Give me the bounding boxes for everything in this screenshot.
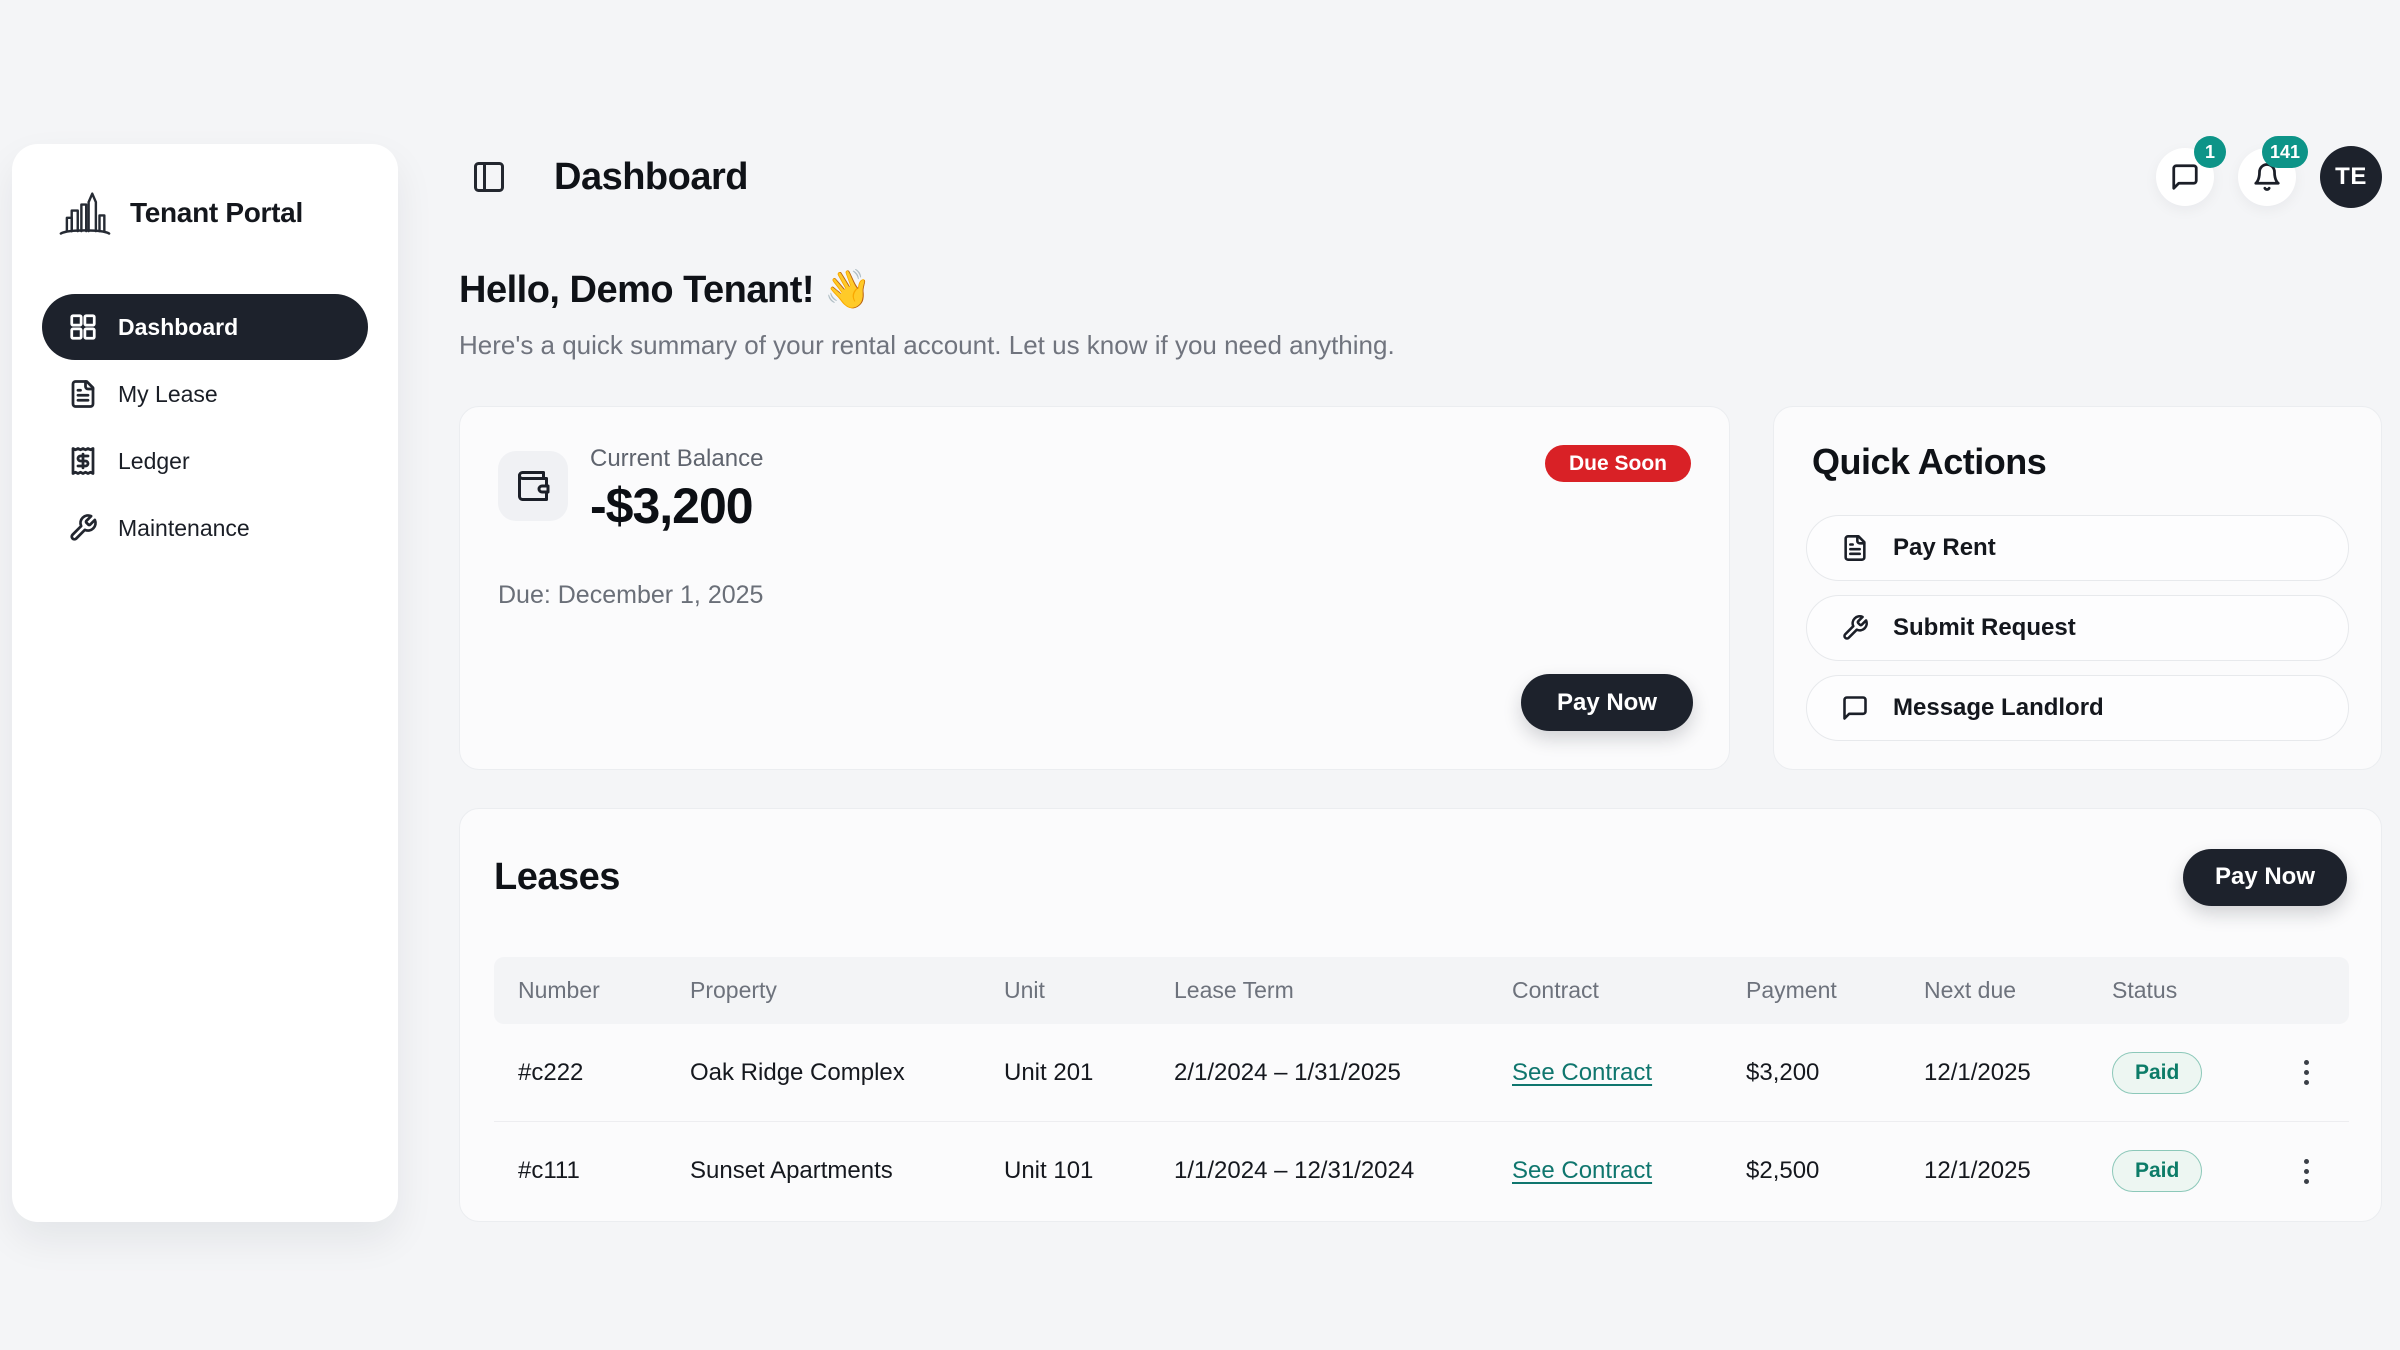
pay-rent-button[interactable]: Pay Rent xyxy=(1806,515,2349,581)
col-next-due: Next due xyxy=(1900,977,2088,1004)
greeting: Hello, Demo Tenant! 👋 Here's a quick sum… xyxy=(459,268,1395,361)
col-number: Number xyxy=(494,977,666,1004)
sidebar-nav: Dashboard My Lease Ledger xyxy=(42,294,368,561)
topbar: Dashboard 1 141 TE xyxy=(459,140,2382,214)
pay-rent-label: Pay Rent xyxy=(1893,534,1996,562)
lease-next-due: 12/1/2025 xyxy=(1900,1157,2088,1185)
sidebar-item-label: Maintenance xyxy=(118,515,250,542)
lease-term: 1/1/2024 – 12/31/2024 xyxy=(1150,1157,1488,1185)
lease-unit: Unit 201 xyxy=(980,1059,1150,1087)
lease-term: 2/1/2024 – 1/31/2025 xyxy=(1150,1059,1488,1087)
topbar-actions: 1 141 TE xyxy=(2156,146,2382,208)
lease-next-due: 12/1/2025 xyxy=(1900,1059,2088,1087)
wrench-icon xyxy=(1841,614,1869,642)
sidebar-toggle-icon[interactable] xyxy=(471,159,507,195)
table-row: #c222 Oak Ridge Complex Unit 201 2/1/202… xyxy=(494,1024,2349,1122)
due-soon-badge: Due Soon xyxy=(1545,445,1691,482)
sidebar-item-ledger[interactable]: Ledger xyxy=(42,428,368,494)
sidebar-item-maintenance[interactable]: Maintenance xyxy=(42,495,368,561)
leases-table: Number Property Unit Lease Term Contract… xyxy=(494,957,2349,1220)
receipt-icon xyxy=(68,446,98,476)
sidebar-item-label: Dashboard xyxy=(118,314,238,341)
lease-property: Oak Ridge Complex xyxy=(666,1059,980,1087)
col-lease-term: Lease Term xyxy=(1150,977,1488,1004)
message-landlord-label: Message Landlord xyxy=(1893,694,2104,722)
app-title: Tenant Portal xyxy=(130,197,303,229)
file-text-icon xyxy=(68,379,98,409)
col-contract: Contract xyxy=(1488,977,1722,1004)
sidebar-item-label: Ledger xyxy=(118,448,190,475)
sidebar-item-dashboard[interactable]: Dashboard xyxy=(42,294,368,360)
greeting-title: Hello, Demo Tenant! 👋 xyxy=(459,268,1395,312)
notifications-count-badge: 141 xyxy=(2262,136,2308,168)
balance-label: Current Balance xyxy=(590,445,763,473)
avatar[interactable]: TE xyxy=(2320,146,2382,208)
see-contract-link[interactable]: See Contract xyxy=(1512,1157,1652,1184)
quick-actions-card: Quick Actions Pay Rent Submit Request xyxy=(1773,406,2382,770)
messages-button[interactable]: 1 xyxy=(2156,148,2214,206)
see-contract-link[interactable]: See Contract xyxy=(1512,1059,1652,1086)
wrench-icon xyxy=(68,513,98,543)
quick-actions-title: Quick Actions xyxy=(1806,441,2349,483)
lease-number: #c111 xyxy=(494,1157,666,1185)
buildings-logo-icon xyxy=(56,184,114,242)
col-unit: Unit xyxy=(980,977,1150,1004)
lease-property: Sunset Apartments xyxy=(666,1157,980,1185)
row-menu-icon[interactable] xyxy=(2286,1053,2326,1093)
submit-request-label: Submit Request xyxy=(1893,614,2076,642)
col-status: Status xyxy=(2088,977,2276,1004)
row-menu-icon[interactable] xyxy=(2286,1151,2326,1191)
dashboard-grid-icon xyxy=(68,312,98,342)
wallet-icon-box xyxy=(498,451,568,521)
table-header-row: Number Property Unit Lease Term Contract… xyxy=(494,957,2349,1024)
lease-unit: Unit 101 xyxy=(980,1157,1150,1185)
leases-title: Leases xyxy=(494,856,620,899)
wallet-icon xyxy=(515,468,551,504)
app-logo: Tenant Portal xyxy=(42,184,368,242)
sidebar-item-label: My Lease xyxy=(118,381,218,408)
page-title: Dashboard xyxy=(554,156,748,199)
sidebar-item-my-lease[interactable]: My Lease xyxy=(42,361,368,427)
balance-card: Current Balance -$3,200 Due Soon Due: De… xyxy=(459,406,1730,770)
message-square-icon xyxy=(2170,162,2200,192)
file-text-icon xyxy=(1841,534,1869,562)
lease-number: #c222 xyxy=(494,1059,666,1087)
balance-due-date: Due: December 1, 2025 xyxy=(498,581,1691,610)
sidebar: Tenant Portal Dashboard xyxy=(12,144,398,1222)
col-payment: Payment xyxy=(1722,977,1900,1004)
greeting-subtitle: Here's a quick summary of your rental ac… xyxy=(459,330,1395,361)
lease-payment: $2,500 xyxy=(1722,1157,1900,1185)
message-landlord-button[interactable]: Message Landlord xyxy=(1806,675,2349,741)
submit-request-button[interactable]: Submit Request xyxy=(1806,595,2349,661)
status-badge: Paid xyxy=(2112,1150,2202,1192)
pay-now-button[interactable]: Pay Now xyxy=(1521,674,1693,731)
balance-amount: -$3,200 xyxy=(590,477,763,535)
messages-count-badge: 1 xyxy=(2194,136,2226,168)
message-square-icon xyxy=(1841,694,1869,722)
notifications-button[interactable]: 141 xyxy=(2238,148,2296,206)
col-property: Property xyxy=(666,977,980,1004)
table-row: #c111 Sunset Apartments Unit 101 1/1/202… xyxy=(494,1122,2349,1220)
leases-card: Leases Pay Now Number Property Unit Leas… xyxy=(459,808,2382,1222)
leases-pay-now-button[interactable]: Pay Now xyxy=(2183,849,2347,906)
status-badge: Paid xyxy=(2112,1052,2202,1094)
lease-payment: $3,200 xyxy=(1722,1059,1900,1087)
